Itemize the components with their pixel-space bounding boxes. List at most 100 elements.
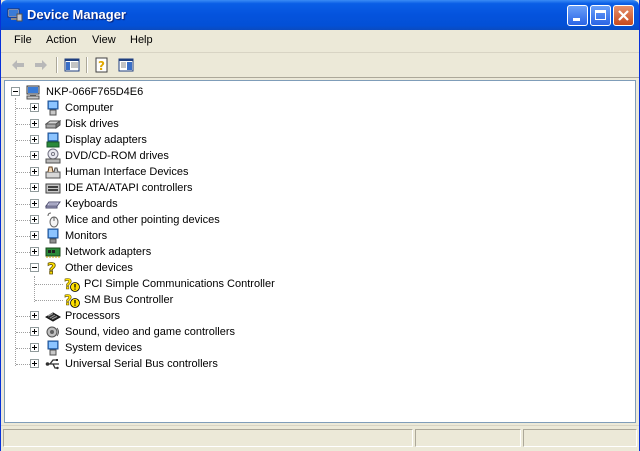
tree-item-usb-controllers[interactable]: Universal Serial Bus controllers xyxy=(5,356,405,372)
tree-item-ide-ata-atapi-controllers[interactable]: IDE ATA/ATAPI controllers xyxy=(5,180,405,196)
tree-root[interactable]: NKP-066F765D4E6 xyxy=(5,84,305,100)
tree-item-system-devices[interactable]: System devices xyxy=(5,340,405,356)
tree-item-sound-video-game-controllers[interactable]: Sound, video and game controllers xyxy=(5,324,405,340)
tree-item-label: Computer xyxy=(65,102,114,114)
expand-toggle[interactable] xyxy=(30,199,39,208)
display-adapter-icon xyxy=(45,132,61,148)
keyboard-icon xyxy=(45,196,61,212)
tree-item-label: PCI Simple Communications Controller xyxy=(84,278,275,290)
tree-item-processors[interactable]: Processors xyxy=(5,308,405,324)
ide-controller-icon xyxy=(45,180,61,196)
tree-line xyxy=(16,220,30,221)
expand-toggle[interactable] xyxy=(30,119,39,128)
tree-line xyxy=(16,140,30,141)
collapse-toggle[interactable] xyxy=(11,87,20,96)
tree-line xyxy=(16,204,30,205)
computer-icon xyxy=(25,84,41,100)
warning-device-icon: ? xyxy=(64,276,80,292)
expand-toggle[interactable] xyxy=(30,327,39,336)
tree-line xyxy=(35,300,63,301)
status-bar xyxy=(1,425,639,451)
tree-item-other-devices[interactable]: ? Other devices xyxy=(5,260,405,276)
dvd-drive-icon xyxy=(45,148,61,164)
expand-toggle[interactable] xyxy=(30,231,39,240)
computer-icon xyxy=(45,100,61,116)
tree-item-computer[interactable]: Computer xyxy=(5,100,405,116)
forward-button[interactable] xyxy=(32,56,50,74)
expand-toggle[interactable] xyxy=(30,343,39,352)
expand-toggle[interactable] xyxy=(30,247,39,256)
back-arrow-icon xyxy=(12,60,24,70)
minimize-button[interactable] xyxy=(567,5,588,26)
tree-item-dvd-cd-rom-drives[interactable]: DVD/CD-ROM drives xyxy=(5,148,405,164)
expand-toggle[interactable] xyxy=(30,183,39,192)
tree-line xyxy=(16,332,30,333)
expand-toggle[interactable] xyxy=(30,311,39,320)
menu-action[interactable]: Action xyxy=(46,34,77,46)
usb-icon xyxy=(45,356,61,372)
maximize-button[interactable] xyxy=(590,5,611,26)
show-hide-console-tree-button[interactable] xyxy=(63,56,81,74)
tree-item-label: IDE ATA/ATAPI controllers xyxy=(65,182,193,194)
tree-item-label: Keyboards xyxy=(65,198,118,210)
help-button[interactable]: ? xyxy=(93,56,111,74)
menu-view[interactable]: View xyxy=(92,34,116,46)
tree-item-monitors[interactable]: Monitors xyxy=(5,228,405,244)
computer-name-label: NKP-066F765D4E6 xyxy=(46,86,144,98)
tree-line xyxy=(16,156,30,157)
hid-icon xyxy=(45,164,61,180)
expand-toggle[interactable] xyxy=(30,151,39,160)
help-icon: ? xyxy=(95,57,108,73)
forward-arrow-icon xyxy=(35,60,47,70)
tree-line xyxy=(16,348,30,349)
tree-item-keyboards[interactable]: Keyboards xyxy=(5,196,405,212)
tree-item-sm-bus-controller[interactable]: ? SM Bus Controller xyxy=(5,292,405,308)
tree-item-display-adapters[interactable]: Display adapters xyxy=(5,132,405,148)
tree-item-label: Other devices xyxy=(65,262,133,274)
tree-item-label: Display adapters xyxy=(65,134,147,146)
tree-item-label: DVD/CD-ROM drives xyxy=(65,150,169,162)
tree-line xyxy=(35,284,63,285)
tree-item-mice[interactable]: Mice and other pointing devices xyxy=(5,212,405,228)
console-tree-icon xyxy=(64,58,80,72)
tree-item-label: Network adapters xyxy=(65,246,152,258)
monitor-icon xyxy=(45,228,61,244)
expand-toggle[interactable] xyxy=(30,135,39,144)
expand-toggle[interactable] xyxy=(30,215,39,224)
properties-button[interactable] xyxy=(117,56,135,74)
svg-text:?: ? xyxy=(47,260,56,276)
menu-help[interactable]: Help xyxy=(130,34,153,46)
sound-icon xyxy=(45,324,61,340)
system-device-icon xyxy=(45,340,61,356)
tree-item-disk-drives[interactable]: Disk drives xyxy=(5,116,405,132)
menu-file[interactable]: File xyxy=(14,34,32,46)
tree-line xyxy=(16,268,30,269)
back-button[interactable] xyxy=(9,56,27,74)
tree-item-pci-simple-communications-controller[interactable]: ? PCI Simple Communications Controller xyxy=(5,276,405,292)
tree-item-label: System devices xyxy=(65,342,143,354)
status-panel xyxy=(415,429,521,447)
properties-icon xyxy=(118,58,134,72)
expand-toggle[interactable] xyxy=(30,359,39,368)
expand-toggle[interactable] xyxy=(30,103,39,112)
tree-line xyxy=(16,236,30,237)
svg-text:?: ? xyxy=(98,59,105,73)
tree-item-label: Universal Serial Bus controllers xyxy=(65,358,218,370)
device-manager-icon xyxy=(7,7,23,23)
expand-toggle[interactable] xyxy=(30,167,39,176)
tree-item-label: Processors xyxy=(65,310,121,322)
status-panel xyxy=(523,429,637,447)
collapse-toggle[interactable] xyxy=(30,263,39,272)
tree-item-label: Monitors xyxy=(65,230,108,242)
tree-item-human-interface-devices[interactable]: Human Interface Devices xyxy=(5,164,405,180)
close-button[interactable] xyxy=(613,5,634,26)
close-icon xyxy=(618,10,629,21)
device-tree[interactable]: NKP-066F765D4E6 Computer Disk drives Dis… xyxy=(4,80,636,423)
tree-line xyxy=(16,316,30,317)
title-bar[interactable]: Device Manager xyxy=(1,0,639,30)
toolbar: ? xyxy=(1,53,639,78)
toolbar-separator xyxy=(86,57,88,73)
status-panel-main xyxy=(3,429,413,447)
tree-item-network-adapters[interactable]: Network adapters xyxy=(5,244,405,260)
device-manager-window: Device Manager File Action View Help ? N… xyxy=(0,0,640,451)
